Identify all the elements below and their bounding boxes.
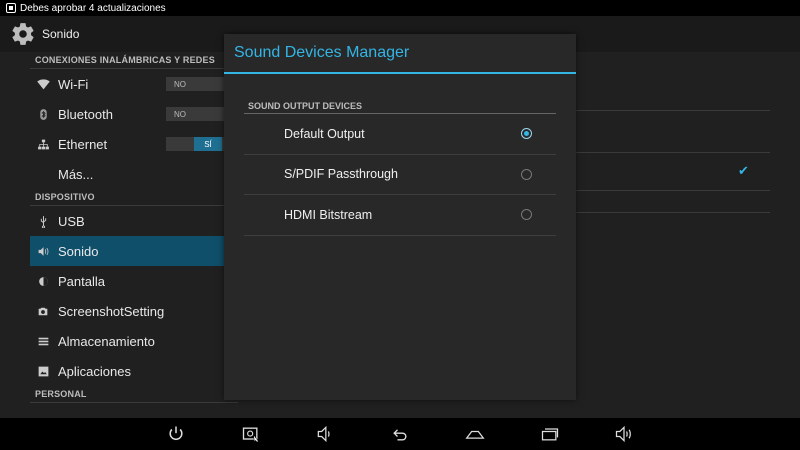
sound-devices-dialog: Sound Devices Manager SOUND OUTPUT DEVIC… — [224, 34, 576, 400]
status-bar: Debes aprobar 4 actualizaciones — [0, 0, 800, 16]
checkbox-checked-icon[interactable]: ✔ — [738, 164, 750, 177]
sidebar-item-more[interactable]: Más... — [30, 159, 238, 189]
volume-down-icon[interactable] — [313, 424, 337, 444]
divider — [576, 152, 770, 153]
gear-icon[interactable] — [10, 21, 36, 47]
notification-icon — [6, 3, 16, 13]
sidebar-item-storage[interactable]: Almacenamiento — [30, 326, 238, 356]
sidebar-item-sound[interactable]: Sonido — [30, 236, 238, 266]
sidebar-item-label: Ethernet — [58, 136, 108, 152]
sidebar-item-bluetooth[interactable]: Bluetooth NO — [30, 99, 238, 129]
sidebar-item-screenshot[interactable]: ScreenshotSetting — [30, 296, 238, 326]
option-spdif-passthrough[interactable]: S/PDIF Passthrough — [244, 155, 556, 195]
sidebar-item-ethernet[interactable]: Ethernet SÍ — [30, 129, 238, 159]
power-icon[interactable] — [164, 424, 188, 444]
sidebar-item-label: Wi-Fi — [58, 76, 89, 92]
radio-button[interactable] — [521, 209, 532, 221]
sidebar-item-label: Almacenamiento — [58, 333, 155, 349]
toggle-label: SÍ — [194, 137, 222, 151]
camera-icon — [36, 304, 50, 318]
status-notification-text[interactable]: Debes aprobar 4 actualizaciones — [20, 3, 166, 14]
divider — [576, 212, 770, 213]
brightness-icon — [36, 274, 50, 288]
sidebar-item-display[interactable]: Pantalla — [30, 266, 238, 296]
home-icon[interactable] — [463, 424, 487, 444]
navigation-bar — [0, 418, 800, 450]
toggle-label: NO — [174, 109, 186, 119]
sidebar-item-label: Pantalla — [58, 273, 105, 289]
storage-icon — [36, 334, 50, 348]
sidebar-item-label: Sonido — [58, 243, 99, 259]
recents-icon[interactable] — [538, 424, 562, 444]
dialog-title: Sound Devices Manager — [224, 34, 576, 74]
bluetooth-icon — [36, 107, 50, 121]
apps-icon — [36, 364, 50, 378]
blank-icon — [36, 167, 50, 181]
usb-icon — [36, 214, 50, 228]
option-label: HDMI Bitstream — [284, 207, 373, 222]
divider — [576, 110, 770, 111]
sidebar-item-wifi[interactable]: Wi-Fi NO — [30, 69, 238, 99]
sidebar-item-label: Aplicaciones — [58, 363, 131, 379]
wifi-icon — [36, 77, 50, 91]
option-hdmi-bitstream[interactable]: HDMI Bitstream — [244, 195, 556, 236]
sidebar-item-label: Bluetooth — [58, 106, 113, 122]
screenshot-icon[interactable] — [239, 424, 263, 444]
section-header-wireless: CONEXIONES INALÁMBRICAS Y REDES — [30, 52, 238, 69]
section-header-device: DISPOSITIVO — [30, 189, 238, 206]
volume-icon — [36, 244, 50, 258]
option-default-output[interactable]: Default Output — [244, 114, 556, 155]
option-label: S/PDIF Passthrough — [284, 167, 398, 182]
settings-sidebar: CONEXIONES INALÁMBRICAS Y REDES Wi-Fi NO… — [30, 52, 238, 418]
dialog-section-header: SOUND OUTPUT DEVICES — [244, 98, 556, 114]
sidebar-item-apps[interactable]: Aplicaciones — [30, 356, 238, 386]
page-title: Sonido — [42, 27, 80, 41]
back-icon[interactable] — [388, 424, 412, 444]
divider — [576, 190, 770, 191]
toggle-label: NO — [174, 79, 186, 89]
sidebar-item-label: USB — [58, 213, 85, 229]
sidebar-item-label: ScreenshotSetting — [58, 303, 165, 319]
sidebar-item-label: Más... — [58, 166, 94, 182]
ethernet-icon — [36, 137, 50, 151]
section-header-personal: PERSONAL — [30, 386, 238, 403]
volume-up-icon[interactable] — [612, 424, 636, 444]
sidebar-item-usb[interactable]: USB — [30, 206, 238, 236]
option-label: Default Output — [284, 126, 365, 141]
radio-button-checked[interactable] — [521, 128, 532, 140]
radio-button[interactable] — [521, 168, 532, 180]
